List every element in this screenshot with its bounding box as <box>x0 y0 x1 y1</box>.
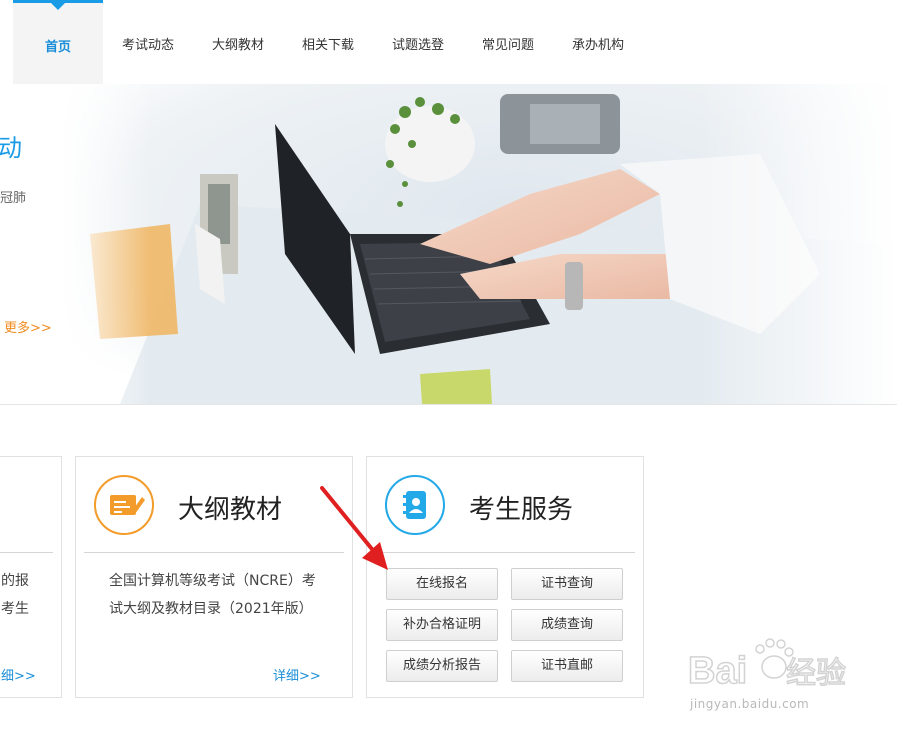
card-divider <box>375 552 635 553</box>
nav-item-syllabus[interactable]: 大纲教材 <box>203 0 273 84</box>
svg-text:经验: 经验 <box>786 657 846 690</box>
banner-more-link[interactable]: 更多>> <box>4 317 52 336</box>
top-nav: 首页 考试动态 大纲教材 相关下载 试题选登 常见问题 承办机构 <box>0 0 897 85</box>
nav-item-home[interactable]: 首页 <box>13 0 103 84</box>
card-detail-link[interactable]: 详细>> <box>273 665 321 684</box>
certificate-query-button[interactable]: 证书查询 <box>511 568 623 600</box>
card-text-line: 试大纲及教材目录（2021年版） <box>109 601 313 617</box>
exam-news-card: 的报 考生 细>> <box>0 456 62 698</box>
online-registration-button[interactable]: 在线报名 <box>386 568 498 600</box>
nav-item-faq[interactable]: 常见问题 <box>473 0 543 84</box>
card-divider <box>0 552 53 553</box>
banner-title: 动 <box>0 134 22 162</box>
banner-text: 冠肺 <box>0 191 27 206</box>
nav-item-label: 大纲教材 <box>211 38 264 53</box>
nav-item-label: 相关下载 <box>301 38 354 53</box>
card-detail-link[interactable]: 细>> <box>1 665 36 684</box>
candidate-services-card: 考生服务 在线报名 证书查询 补办合格证明 成绩查询 成绩分析报告 证书直邮 <box>366 456 644 698</box>
nav-item-label: 承办机构 <box>571 38 624 53</box>
card-title: 考生服务 <box>469 495 574 525</box>
card-divider <box>84 552 344 553</box>
card-text: 全国计算机等级考试（NCRE）考 试大纲及教材目录（2021年版） <box>109 567 344 623</box>
hero-banner: 动 冠肺 更多>> <box>0 84 897 405</box>
card-title: 大纲教材 <box>178 495 283 525</box>
card-text: 的报 考生 <box>1 567 61 623</box>
nav-item-label: 考试动态 <box>121 38 174 53</box>
nav-item-organizers[interactable]: 承办机构 <box>563 0 633 84</box>
nav-active-caret <box>51 3 65 10</box>
score-query-button[interactable]: 成绩查询 <box>511 609 623 641</box>
laptop-office-photo <box>60 84 897 404</box>
nav-item-label: 常见问题 <box>481 38 534 53</box>
nav-item-label: 试题选登 <box>391 38 444 53</box>
certificate-mail-button[interactable]: 证书直邮 <box>511 650 623 682</box>
red-arrow-icon <box>320 486 388 570</box>
nav-item-label: 首页 <box>44 40 71 55</box>
nav-item-exam-news[interactable]: 考试动态 <box>113 0 183 84</box>
svg-text:Bai: Bai <box>688 650 747 692</box>
card-text-line: 的报 <box>1 573 29 589</box>
nav-item-downloads[interactable]: 相关下载 <box>293 0 363 84</box>
watermark-url: jingyan.baidu.com <box>690 697 810 711</box>
score-report-button[interactable]: 成绩分析报告 <box>386 650 498 682</box>
card-text-line: 全国计算机等级考试（NCRE）考 <box>109 573 316 589</box>
syllabus-book-icon <box>94 475 154 535</box>
card-text-line: 考生 <box>1 601 29 617</box>
nav-item-sample-questions[interactable]: 试题选登 <box>383 0 453 84</box>
reissue-certificate-button[interactable]: 补办合格证明 <box>386 609 498 641</box>
